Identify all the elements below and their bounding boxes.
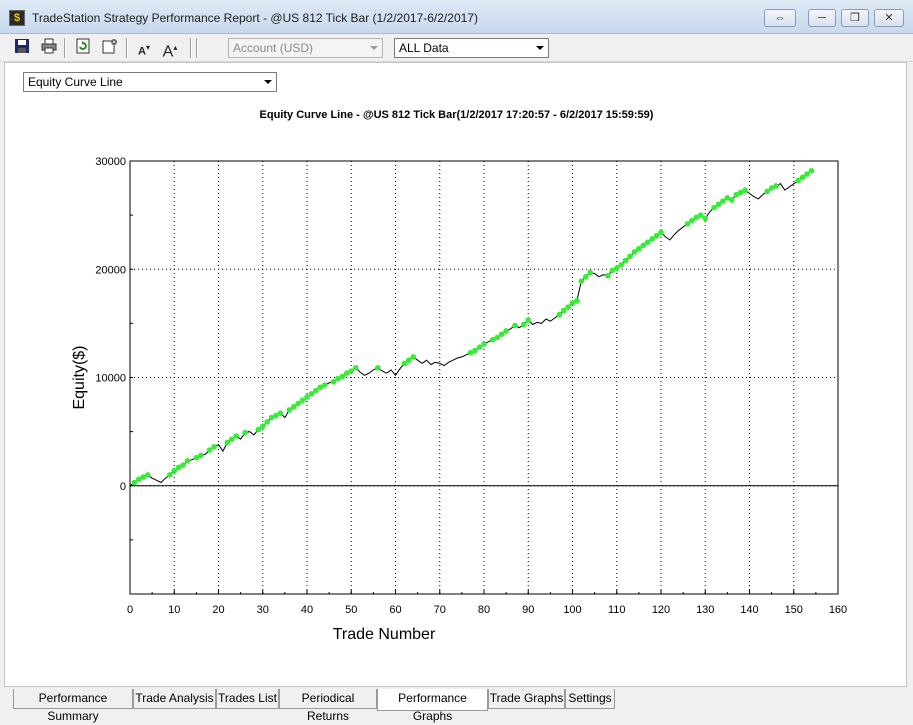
equity-high-marker <box>574 297 580 304</box>
x-tick-label: 50 <box>345 604 357 616</box>
equity-high-marker <box>481 341 487 347</box>
x-tick-label: 90 <box>522 604 534 616</box>
equity-high-marker <box>773 183 779 189</box>
equity-high-marker <box>512 322 518 329</box>
y-tick-label: 30000 <box>95 156 126 168</box>
equity-high-marker <box>658 229 664 236</box>
x-tick-label: 70 <box>434 604 446 616</box>
equity-high-marker <box>627 253 633 260</box>
x-tick-label: 10 <box>168 604 180 616</box>
equity-high-marker <box>277 410 284 417</box>
equity-high-marker <box>180 462 186 468</box>
y-tick-label: 0 <box>120 481 126 493</box>
equity-high-marker <box>259 423 266 430</box>
tab-trades-list[interactable]: Trades List <box>216 689 279 709</box>
tab-performance-graphs[interactable]: Performance Graphs <box>377 689 488 723</box>
equity-high-marker <box>587 269 593 276</box>
equity-high-marker <box>233 433 239 439</box>
x-tick-label: 60 <box>389 604 401 616</box>
tab-settings[interactable]: Settings <box>565 689 615 709</box>
tab-trade-analysis[interactable]: Trade Analysis <box>133 689 216 709</box>
equity-high-marker <box>808 167 815 174</box>
x-axis-label: Trade Number <box>333 626 436 643</box>
x-tick-label: 40 <box>301 604 313 616</box>
equity-high-marker <box>729 197 735 203</box>
equity-high-marker <box>578 278 585 284</box>
equity-high-marker <box>410 354 417 360</box>
equity-high-marker <box>167 472 173 478</box>
x-tick-label: 80 <box>478 604 490 616</box>
y-axis-label: Equity($) <box>71 345 88 409</box>
equity-high-marker <box>582 274 589 280</box>
equity-high-marker <box>184 458 191 464</box>
equity-high-marker <box>503 328 509 334</box>
equity-curve-chart: 0 10000 20000 30000 0 10 20 30 40 50 60 70 80 90 100 11… <box>71 156 847 643</box>
tab-performance-summary[interactable]: Performance Summary <box>13 689 133 723</box>
equity-high-marker <box>622 257 629 264</box>
x-tick-label: 30 <box>257 604 269 616</box>
x-tick-label: 150 <box>785 604 803 616</box>
equity-high-marker <box>618 262 624 268</box>
tab-trade-graphs[interactable]: Trade Graphs <box>488 689 565 709</box>
x-tick-label: 110 <box>608 604 626 616</box>
equity-high-marker <box>264 419 270 425</box>
equity-high-marker <box>321 382 328 388</box>
y-tick-label: 10000 <box>95 373 126 385</box>
equity-high-marker <box>211 443 217 450</box>
equity-high-marker <box>702 215 709 222</box>
equity-high-marker <box>144 472 151 478</box>
x-tick-label: 100 <box>563 604 581 616</box>
x-tick-label: 130 <box>696 604 714 616</box>
x-tick-label: 160 <box>829 604 847 616</box>
tab-periodical-returns[interactable]: Periodical Returns <box>279 689 377 723</box>
equity-high-marker <box>742 187 748 194</box>
x-tick-label: 140 <box>740 604 758 616</box>
x-tick-label: 20 <box>212 604 224 616</box>
equity-high-marker <box>375 364 381 371</box>
equity-high-marker <box>525 317 532 323</box>
x-tick-label: 120 <box>652 604 670 616</box>
y-tick-label: 20000 <box>95 264 126 276</box>
x-tick-label: 0 <box>127 604 133 616</box>
equity-high-marker <box>352 364 359 371</box>
equity-high-marker <box>605 272 611 279</box>
equity-high-marker <box>198 452 204 459</box>
report-tabs: Performance Summary Trade Analysis Trade… <box>0 687 913 723</box>
equity-high-marker <box>556 311 563 318</box>
equity-high-marker <box>242 429 248 436</box>
equity-high-marker <box>521 321 527 328</box>
equity-high-marker <box>565 304 571 310</box>
